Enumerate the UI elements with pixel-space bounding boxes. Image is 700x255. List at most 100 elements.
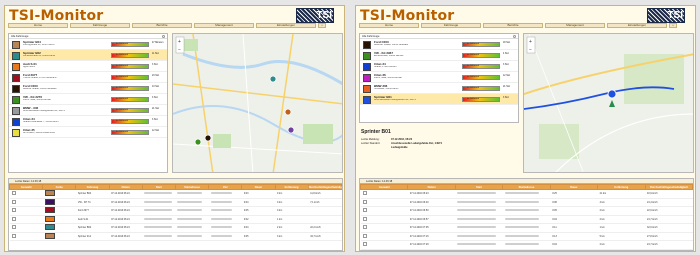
menu-settings[interactable]: Einstellungen	[256, 23, 316, 28]
table-row[interactable]: 07.12.2016 06:50 0:05 2 km 22,6 km/h	[360, 206, 693, 216]
map-view[interactable]: + −	[523, 33, 694, 173]
vehicle-color-swatch	[12, 95, 20, 104]
vehicle-status-bar: Im Stillstand	[462, 85, 500, 91]
vehicle-list-title: Alle Fahrzeuge	[11, 35, 29, 38]
row-checkbox[interactable]	[362, 216, 367, 221]
menu-management[interactable]: Management	[194, 23, 254, 28]
vehicle-list-item[interactable]: BMW - 346 Anschlussstelle Ludwigsfelde-Os…	[9, 105, 167, 116]
start-address-cell	[502, 215, 551, 224]
select-cell[interactable]	[360, 206, 408, 216]
vehicle-color-swatch	[12, 62, 20, 71]
table-row[interactable]: Audi S-01 07.12.2016 06:24 0:02 1 km	[9, 215, 342, 224]
map-view[interactable]: + −	[172, 33, 343, 173]
select-cell[interactable]	[9, 189, 43, 199]
select-cell[interactable]	[360, 223, 408, 233]
select-cell[interactable]	[360, 240, 408, 250]
start-address-cell	[175, 215, 209, 224]
table-row[interactable]: 07.12.2016 07:29 0:04 2 km 24,7 km/h	[360, 240, 693, 250]
vehicle-list-item[interactable]: VW - Kit 2967 Eichenstraße, 16244 Bernau I…	[360, 50, 518, 61]
settings-icon[interactable]	[513, 35, 516, 38]
map-canvas[interactable]: + −	[173, 34, 343, 173]
vehicle-marker-icon	[194, 138, 202, 146]
vehicle-list-item[interactable]: Citan 34 Straße, 17294 Bentorf Im Stillsta…	[360, 61, 518, 72]
date-cell: 07.12.2016 06:24	[109, 223, 143, 233]
vehicle-list-item[interactable]: Ford C003 Alboche Straße, 16259 Neustadt I…	[9, 83, 167, 94]
select-cell[interactable]	[9, 232, 43, 241]
table-row[interactable]: Sprinter B02 07.12.2016 06:24 0:04 2 km 22,2…	[9, 223, 342, 233]
start-cell	[455, 206, 503, 216]
vehicle-list-item[interactable]: Citan 35 Am Posten, 16289 Niederfinow Im S…	[9, 127, 167, 138]
vehicle-list-item[interactable]: Sprinter B04 Pfennigstraße 21, 10117 Berl…	[9, 39, 167, 50]
vehicle-color-swatch	[363, 51, 371, 60]
vehicle-list-item[interactable]: Sprinter B01 Anschlussstelle Ludwigsfelde…	[360, 94, 518, 105]
row-checkbox[interactable]	[362, 242, 367, 247]
vehicle-status-duration: 12 Std.	[152, 130, 160, 132]
menu-home[interactable]: Home	[359, 23, 419, 28]
table-row[interactable]: VW - KH 74 07.12.2016 06:24 0:04 0 km 7,1 km…	[9, 198, 342, 207]
vehicle-list-item[interactable]: Citan 34 Straße Lindenallee 7, 15366 Berl…	[9, 116, 167, 127]
start-cell	[142, 206, 176, 216]
table-row[interactable]: 07.12.2016 06:23 0:25 21 km 40,9 km/h	[360, 189, 693, 199]
menu-reports[interactable]: Berichte	[132, 23, 192, 28]
menu-vehicles[interactable]: Fahrzeuge	[70, 23, 130, 28]
select-cell[interactable]	[360, 189, 408, 199]
vehicle-list-item[interactable]: Ford C003 Albocher Straße, 16259 Neustadt…	[360, 39, 518, 50]
vehicle-list-item[interactable]: Sprinter B02 Vorwerkstraße 23, 12249 Berl…	[9, 50, 167, 61]
redacted-text	[457, 200, 496, 203]
avg-speed-cell: 34,7 km/h	[308, 232, 342, 241]
vehicle-list-item[interactable]: Ford 2977 Tramm-Straße, 17033 Neubrand. Im…	[9, 72, 167, 83]
select-cell[interactable]	[360, 232, 408, 241]
row-checkbox[interactable]	[11, 216, 16, 221]
lock-icon[interactable]: ⌂	[669, 23, 677, 28]
lock-icon[interactable]: ⌂	[318, 23, 326, 28]
vehicle-status-duration: 4 Std.	[503, 53, 510, 55]
row-checkbox[interactable]	[11, 225, 16, 230]
menu-home[interactable]: Home	[8, 23, 68, 28]
map-canvas[interactable]: + −	[524, 34, 694, 173]
vehicle-list-item[interactable]: Audi S-01 Agfa Hamm Im Stillstand 3 Std.	[9, 61, 167, 72]
vehicle-details: Sprinter B01 Letzte Meldung: 07.12.2016, …	[359, 127, 519, 173]
vehicle-cell: VW - KH 74	[75, 198, 110, 207]
avg-speed-cell: 24,7 km/h	[645, 240, 693, 250]
vehicle-status-bar: Im Stillstand	[111, 41, 149, 47]
select-cell[interactable]	[360, 249, 408, 250]
row-checkbox[interactable]	[11, 233, 16, 238]
date-cell: 07.12.2016 07:45	[407, 249, 456, 250]
table-row[interactable]: Sprinter 214 07.12.2016 06:24 0:05 3 km 34,7…	[9, 232, 342, 241]
vehicle-list-item[interactable]: Citan 36 Parrot Halle, 16244 Bernau Im Sti…	[360, 72, 518, 83]
vehicle-marker-icon	[204, 134, 212, 142]
vehicle-color-swatch	[363, 73, 371, 82]
redacted-text	[504, 192, 539, 195]
select-cell[interactable]	[360, 215, 408, 224]
row-checkbox[interactable]	[11, 191, 16, 196]
vehicle-list-item[interactable]: VW - Kit 2276 Parrot Halle, 16244 Bernau I…	[9, 94, 167, 105]
vehicle-color-swatch	[12, 117, 20, 126]
select-cell[interactable]	[9, 215, 43, 224]
row-checkbox[interactable]	[362, 208, 367, 213]
select-cell[interactable]	[9, 223, 43, 233]
table-row[interactable]: 07.12.2016 07:45 0:031 km20,6 km/h	[360, 249, 693, 250]
table-row[interactable]: 07.12.2016 07:05 0:11 1 km 32,6 km/h	[360, 223, 693, 233]
select-cell[interactable]	[9, 206, 43, 216]
select-cell[interactable]	[9, 198, 43, 207]
table-row[interactable]: Ford 2977 07.12.2016 06:24 0:05 0 km	[9, 206, 342, 216]
table-row[interactable]: 07.12.2016 06:40 0:08 4 km 24,4 km/h	[360, 198, 693, 207]
menu-management[interactable]: Management	[545, 23, 605, 28]
row-checkbox[interactable]	[11, 208, 16, 213]
table-row[interactable]: 07.12.2016 06:57 0:04 2 km 24,7 km/h	[360, 215, 693, 224]
row-checkbox[interactable]	[11, 199, 16, 204]
select-cell[interactable]	[360, 198, 408, 207]
row-checkbox[interactable]	[362, 225, 367, 230]
menu-reports[interactable]: Berichte	[483, 23, 543, 28]
table-row[interactable]: 07.12.2016 07:16 0:13 5 km 27,8 km/h	[360, 232, 693, 241]
row-checkbox[interactable]	[362, 199, 367, 204]
vehicle-cell: Sprinter B04	[75, 189, 110, 199]
settings-icon[interactable]	[162, 35, 165, 38]
start-address-cell	[502, 206, 551, 216]
vehicle-list-item[interactable]: BMW 306 Hofstraße, 15366 Berlin Im Stillst…	[360, 83, 518, 94]
menu-settings[interactable]: Einstellungen	[607, 23, 667, 28]
row-checkbox[interactable]	[362, 191, 367, 196]
table-row[interactable]: Sprinter B04 07.12.2016 06:24 0:03 0 km 11,8…	[9, 189, 342, 199]
row-checkbox[interactable]	[362, 233, 367, 238]
menu-vehicles[interactable]: Fahrzeuge	[421, 23, 481, 28]
